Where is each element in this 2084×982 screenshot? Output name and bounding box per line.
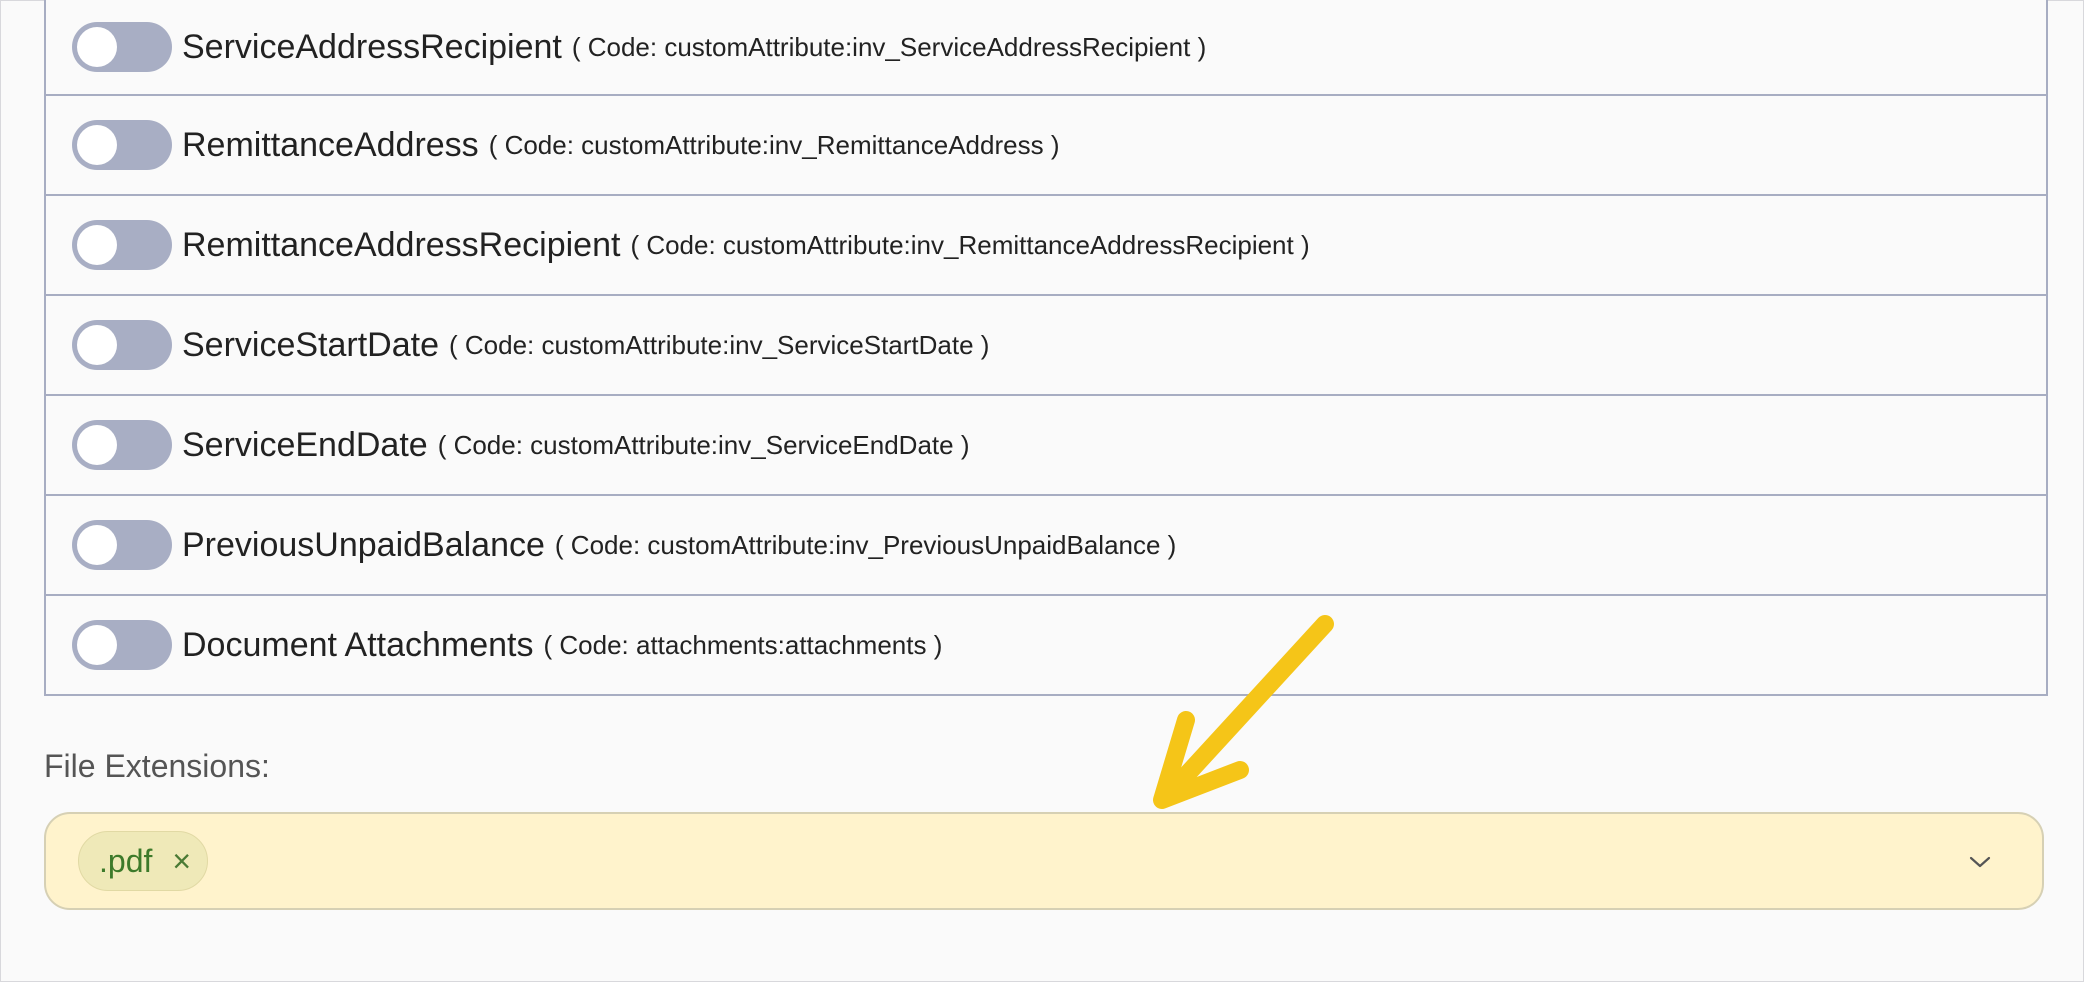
attribute-label: ServiceAddressRecipient [182,27,562,66]
toggle-switch[interactable] [72,420,172,470]
toggle-knob [77,325,117,365]
attribute-label: ServiceStartDate [182,325,439,364]
attribute-code: ( Code: customAttribute:inv_ServiceEndDa… [437,429,970,460]
attribute-code: ( Code: customAttribute:inv_PreviousUnpa… [554,529,1177,560]
chevron-down-icon[interactable] [1968,850,1992,874]
attribute-label: PreviousUnpaidBalance [182,525,545,564]
toggle-knob [77,425,117,465]
attribute-row: ServiceStartDate ( Code: customAttribute… [46,294,2046,394]
attribute-code: ( Code: customAttribute:inv_RemittanceAd… [630,229,1310,260]
attribute-row: ServiceEndDate ( Code: customAttribute:i… [46,394,2046,494]
attribute-list: ServiceAddressRecipient ( Code: customAt… [44,0,2048,696]
toggle-knob [77,225,117,265]
toggle-knob [77,27,117,67]
toggle-switch[interactable] [72,22,172,72]
attribute-row: PreviousUnpaidBalance ( Code: customAttr… [46,494,2046,594]
toggle-switch[interactable] [72,320,172,370]
attribute-label: RemittanceAddress [182,125,479,164]
attribute-label: Document Attachments [182,625,534,664]
toggle-knob [77,125,117,165]
attribute-label: ServiceEndDate [182,425,428,464]
toggle-switch[interactable] [72,220,172,270]
attribute-code: ( Code: customAttribute:inv_RemittanceAd… [488,129,1060,160]
annotation-arrow-icon [1153,615,1334,809]
toggle-switch[interactable] [72,520,172,570]
attribute-row: RemittanceAddressRecipient ( Code: custo… [46,194,2046,294]
toggle-switch[interactable] [72,620,172,670]
toggle-knob [77,525,117,565]
extension-chip: .pdf × [78,831,209,891]
attribute-row: Document Attachments ( Code: attachments… [46,594,2046,694]
toggle-switch[interactable] [72,120,172,170]
toggle-knob [77,625,117,665]
extension-chip-label: .pdf [99,842,153,879]
attribute-code: ( Code: attachments:attachments ) [543,629,943,660]
file-extensions-label: File Extensions: [44,748,270,784]
attribute-code: ( Code: customAttribute:inv_ServiceAddre… [571,31,1207,62]
file-extensions-select[interactable]: .pdf × [44,812,2044,910]
attribute-row: RemittanceAddress ( Code: customAttribut… [46,94,2046,194]
chip-remove-icon[interactable]: × [172,845,191,877]
attribute-code: ( Code: customAttribute:inv_ServiceStart… [449,329,990,360]
attribute-label: RemittanceAddressRecipient [182,225,621,264]
attribute-row: ServiceAddressRecipient ( Code: customAt… [46,0,2046,94]
